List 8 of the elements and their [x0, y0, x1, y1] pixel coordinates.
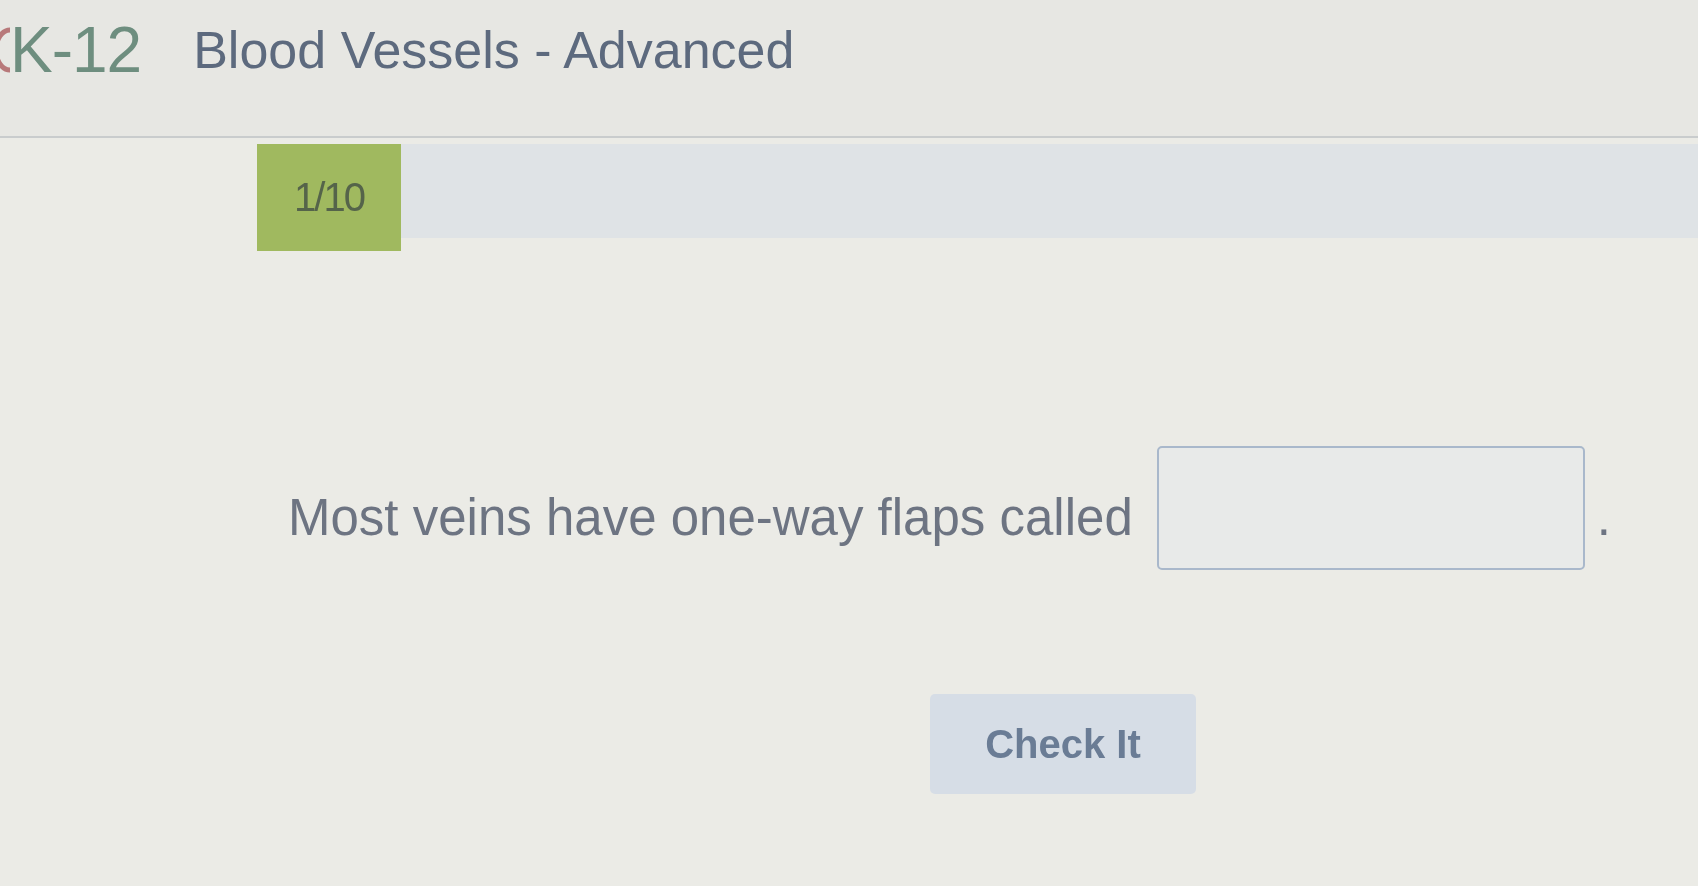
logo-text[interactable]: K-12	[10, 14, 142, 86]
page-title: Blood Vessels - Advanced	[193, 20, 795, 81]
answer-box[interactable]	[1156, 446, 1585, 570]
progress-count: 1/10	[294, 175, 364, 220]
question-text: Most veins have one-way flaps called	[288, 488, 1133, 548]
check-button[interactable]: Check It	[930, 694, 1196, 794]
arc-icon	[0, 26, 10, 74]
question-text: .	[1596, 488, 1611, 548]
